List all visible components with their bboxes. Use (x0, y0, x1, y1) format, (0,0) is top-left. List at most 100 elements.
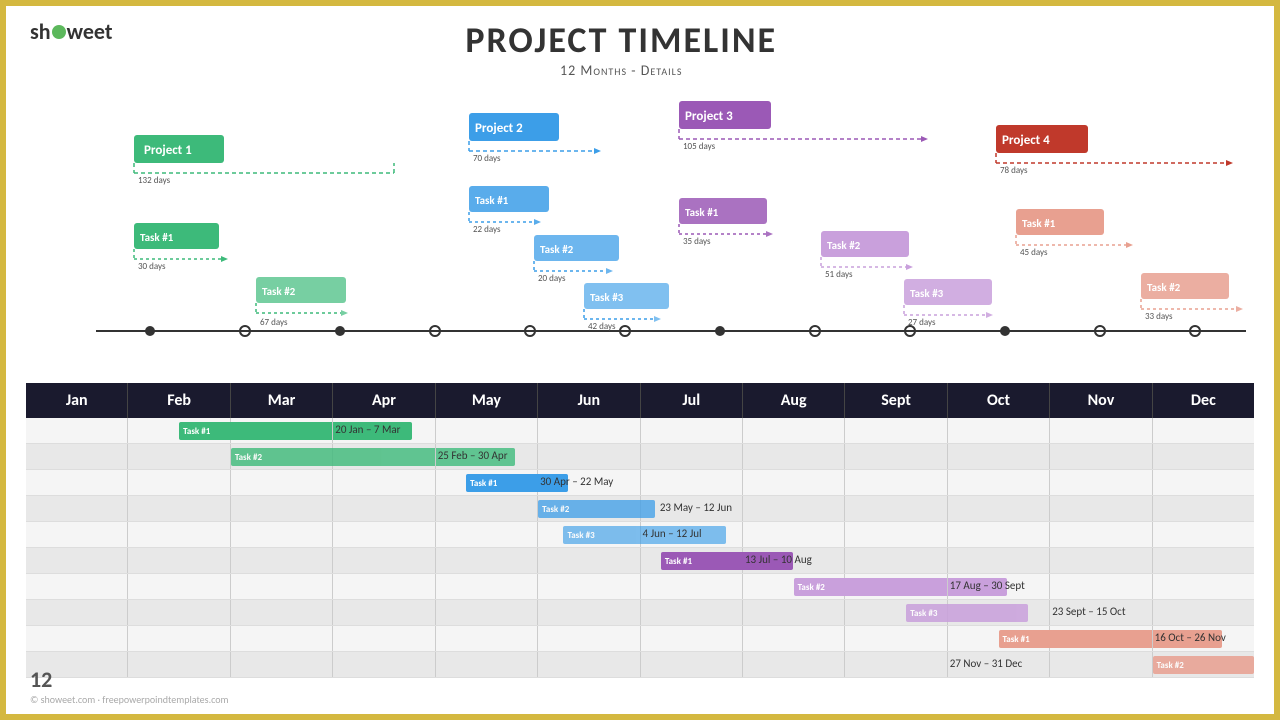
task-bar-p2-t2: Task #2 (538, 500, 655, 518)
svg-text:Task #3: Task #3 (910, 287, 944, 300)
col-feb (128, 496, 230, 521)
svg-text:45 days: 45 days (1020, 247, 1048, 258)
col-sept (845, 652, 947, 677)
col-aug (743, 496, 845, 521)
date-p3-t3: 23 Sept – 15 Oct (1052, 605, 1125, 618)
col-apr (333, 574, 435, 599)
col-jun: 30 Apr – 22 May (538, 470, 640, 495)
date-p2-t3: 4 Jun – 12 Jul (643, 527, 702, 540)
date-p1-t2: 25 Feb – 30 Apr (438, 449, 508, 462)
logo-text-before: sh (30, 18, 51, 45)
gantt-svg: Project 1 132 days Task #1 30 days Task … (26, 83, 1274, 383)
col-feb (128, 444, 230, 469)
svg-text:Task #2: Task #2 (540, 243, 574, 256)
month-jul: Jul (641, 383, 743, 418)
col-sept (845, 418, 947, 443)
col-dec (1153, 548, 1254, 573)
col-sept (845, 548, 947, 573)
logo-text-after: weet (67, 18, 113, 45)
svg-text:Task #1: Task #1 (140, 231, 174, 244)
col-oct (948, 522, 1050, 547)
date-p2-t1: 30 Apr – 22 May (540, 475, 613, 488)
col-nov (1050, 418, 1152, 443)
col-oct (948, 600, 1050, 625)
month-nov: Nov (1050, 383, 1152, 418)
month-feb: Feb (128, 383, 230, 418)
svg-text:70 days: 70 days (473, 153, 501, 164)
col-feb: Task #1 (128, 418, 230, 443)
svg-text:20 days: 20 days (538, 273, 566, 284)
logo: shweet (30, 18, 112, 45)
svg-text:Task #1: Task #1 (685, 206, 719, 219)
col-apr: 20 Jan – 7 Mar (333, 418, 435, 443)
col-nov (1050, 444, 1152, 469)
month-mar: Mar (231, 383, 333, 418)
col-nov (1050, 574, 1152, 599)
svg-text:Project 2: Project 2 (475, 121, 523, 136)
svg-text:Task #3: Task #3 (590, 291, 624, 304)
col-feb (128, 626, 230, 651)
svg-text:Project 1: Project 1 (144, 143, 192, 158)
col-aug (743, 470, 845, 495)
col-aug: Task #2 (743, 574, 845, 599)
month-aug: Aug (743, 383, 845, 418)
col-jul (641, 626, 743, 651)
col-sept (845, 574, 947, 599)
col-aug (743, 600, 845, 625)
col-oct: 17 Aug – 30 Sept (948, 574, 1050, 599)
col-jan (26, 600, 128, 625)
table-row: Task #3 23 Sept – 15 Oct (26, 600, 1254, 626)
col-aug (743, 522, 845, 547)
col-may: Task #1 (436, 470, 538, 495)
col-jul (641, 418, 743, 443)
date-p1-t1: 20 Jan – 7 Mar (335, 423, 400, 436)
col-jan (26, 496, 128, 521)
date-p3-t1: 13 Jul – 10 Aug (745, 553, 812, 566)
col-aug (743, 444, 845, 469)
col-mar (231, 418, 333, 443)
sub-title: 12 Months - Details (465, 62, 777, 79)
col-may (436, 418, 538, 443)
page-number: 12 (30, 666, 229, 693)
col-aug: 13 Jul – 10 Aug (743, 548, 845, 573)
col-apr (333, 600, 435, 625)
header: shweet Project Timeline 12 Months - Deta… (6, 6, 1274, 79)
task-bar-p4-t2: Task #2 (1153, 656, 1254, 674)
svg-text:Task #2: Task #2 (827, 239, 861, 252)
col-jun (538, 652, 640, 677)
col-oct (948, 496, 1050, 521)
col-jan (26, 418, 128, 443)
col-may (436, 522, 538, 547)
svg-text:Task #2: Task #2 (1147, 281, 1181, 294)
col-dec (1153, 600, 1254, 625)
col-sept (845, 626, 947, 651)
month-apr: Apr (333, 383, 435, 418)
col-may (436, 626, 538, 651)
col-apr (333, 470, 435, 495)
month-sept: Sept (845, 383, 947, 418)
col-dec (1153, 574, 1254, 599)
svg-text:78 days: 78 days (1000, 165, 1028, 176)
col-dec: Task #2 (1153, 652, 1254, 677)
col-mar (231, 548, 333, 573)
col-dec (1153, 418, 1254, 443)
table-row: Task #1 30 Apr – 22 May (26, 470, 1254, 496)
col-oct: 27 Nov – 31 Dec (948, 652, 1050, 677)
col-dec: 16 Oct – 26 Nov (1153, 626, 1254, 651)
col-jan (26, 548, 128, 573)
col-dec (1153, 470, 1254, 495)
month-jan: Jan (26, 383, 128, 418)
col-apr (333, 496, 435, 521)
col-jun (538, 418, 640, 443)
col-aug (743, 652, 845, 677)
svg-text:67 days: 67 days (260, 317, 288, 328)
col-feb (128, 600, 230, 625)
col-jun: Task #2 23 May – 12 Jun (538, 496, 640, 521)
date-p3-t2: 17 Aug – 30 Sept (950, 579, 1025, 592)
col-sept (845, 496, 947, 521)
col-dec (1153, 496, 1254, 521)
table-row: Task #2 25 Feb – 30 Apr (26, 444, 1254, 470)
col-sept (845, 444, 947, 469)
col-mar (231, 652, 333, 677)
col-mar (231, 496, 333, 521)
